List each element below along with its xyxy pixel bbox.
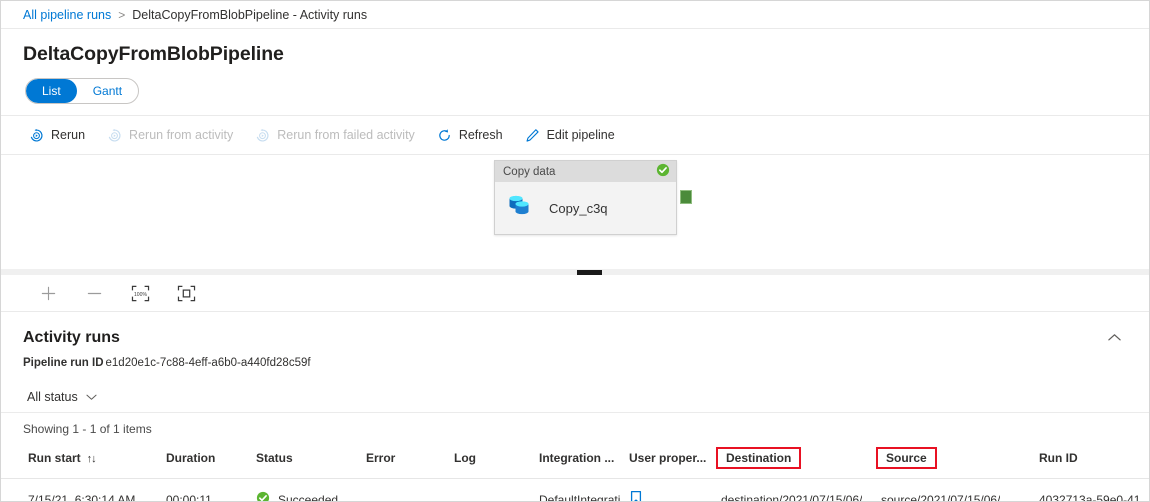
zoom-to-100-icon[interactable]: 100% xyxy=(129,282,151,304)
pipeline-canvas[interactable]: Copy data xyxy=(1,155,1149,275)
breadcrumb-current: DeltaCopyFromBlobPipeline - Activity run… xyxy=(132,8,367,22)
canvas-horizontal-scrollbar[interactable] xyxy=(1,269,1149,275)
pipeline-run-id-label: Pipeline run ID xyxy=(23,357,104,369)
refresh-icon xyxy=(437,128,452,143)
table-header-row: Run start ↑↓ Duration Status Error Log In… xyxy=(1,443,1150,479)
cell-status: Succeeded xyxy=(251,479,361,502)
status-filter-dropdown[interactable]: All status xyxy=(27,390,97,404)
rerun-from-activity-button[interactable]: Rerun from activity xyxy=(107,128,233,143)
column-label-run-id: Run ID xyxy=(1034,449,1083,467)
column-header-source[interactable]: Source xyxy=(876,443,1034,479)
view-toggle-list[interactable]: List xyxy=(26,79,77,103)
page-title: DeltaCopyFromBlobPipeline xyxy=(1,29,1149,66)
activity-node-header: Copy data xyxy=(495,161,676,182)
rerun-from-activity-label: Rerun from activity xyxy=(129,128,233,142)
rerun-button[interactable]: Rerun xyxy=(29,128,85,143)
breadcrumb-link-all-pipeline-runs[interactable]: All pipeline runs xyxy=(23,8,111,22)
cell-error xyxy=(361,479,449,502)
svg-text:100%: 100% xyxy=(133,291,146,297)
green-check-icon xyxy=(256,491,270,502)
green-check-icon xyxy=(656,163,670,180)
showing-count: Showing 1 - 1 of 1 items xyxy=(1,413,1149,436)
refresh-button[interactable]: Refresh xyxy=(437,128,503,143)
column-label-error: Error xyxy=(361,449,400,467)
status-value: Succeeded xyxy=(278,493,338,502)
pipeline-run-id-value: e1d20e1c-7c88-4eff-a6b0-a440fd28c59f xyxy=(106,357,311,369)
zoom-in-icon[interactable] xyxy=(37,282,59,304)
cell-duration: 00:00:11 xyxy=(161,479,251,502)
rerun-from-failed-activity-icon xyxy=(255,128,270,143)
activity-runs-page: All pipeline runs > DeltaCopyFromBlobPip… xyxy=(0,0,1150,502)
column-header-status[interactable]: Status xyxy=(251,443,361,479)
view-toggle-wrapper: List Gantt xyxy=(1,66,1149,104)
source-value: source/2021/07/15/06/ xyxy=(876,493,1000,502)
activity-runs-title: Activity runs xyxy=(23,329,120,347)
run-start-value: 7/15/21, 6:30:14 AM xyxy=(23,493,135,502)
activity-node-output-port[interactable] xyxy=(680,190,692,204)
column-label-log: Log xyxy=(449,449,481,467)
breadcrumb-separator: > xyxy=(118,8,125,22)
rerun-from-failed-activity-button[interactable]: Rerun from failed activity xyxy=(255,128,415,143)
activity-node-body: Copy_c3q xyxy=(495,182,676,234)
cell-run-start: 7/15/21, 6:30:14 AM xyxy=(1,479,161,502)
zoom-out-icon[interactable] xyxy=(83,282,105,304)
error-value xyxy=(361,493,366,502)
activity-runs-table: Run start ↑↓ Duration Status Error Log In… xyxy=(1,443,1150,502)
pipeline-run-id: Pipeline run IDe1d20e1c-7c88-4eff-a6b0-a… xyxy=(1,351,1149,369)
column-label-integration-runtime: Integration ... xyxy=(534,449,619,467)
column-header-log[interactable]: Log xyxy=(449,443,534,479)
log-value xyxy=(449,493,454,502)
bookmark-icon[interactable] xyxy=(629,490,643,502)
rerun-icon xyxy=(29,128,44,143)
column-label-user-properties: User proper... xyxy=(624,449,711,467)
fit-to-screen-icon[interactable] xyxy=(175,282,197,304)
cell-source: source/2021/07/15/06/ xyxy=(876,479,1034,502)
destination-value: destination/2021/07/15/06/ xyxy=(716,493,862,502)
table-row[interactable]: 7/15/21, 6:30:14 AM 00:00:11 Succeeded xyxy=(1,479,1150,502)
command-bar: Rerun Rerun from activity xyxy=(1,115,1149,155)
cell-run-id: 4032713a-59e0-41 xyxy=(1034,479,1150,502)
canvas-scrollbar-thumb[interactable] xyxy=(577,270,602,275)
canvas-zoom-toolbar: 100% xyxy=(1,275,1149,312)
activity-node-copy-data[interactable]: Copy data xyxy=(494,160,677,235)
integration-runtime-value: DefaultIntegrati xyxy=(534,493,620,502)
column-label-duration: Duration xyxy=(161,449,220,467)
copy-data-icon xyxy=(507,193,535,224)
rerun-label: Rerun xyxy=(51,128,85,142)
column-header-duration[interactable]: Duration xyxy=(161,443,251,479)
column-label-run-start: Run start xyxy=(28,451,81,465)
rerun-from-activity-icon xyxy=(107,128,122,143)
cell-log xyxy=(449,479,534,502)
edit-pipeline-button[interactable]: Edit pipeline xyxy=(525,128,615,143)
edit-pipeline-label: Edit pipeline xyxy=(547,128,615,142)
column-label-destination: Destination xyxy=(716,447,801,469)
chevron-down-icon xyxy=(86,390,97,404)
activity-node-type-label: Copy data xyxy=(503,166,555,178)
column-header-error[interactable]: Error xyxy=(361,443,449,479)
breadcrumb: All pipeline runs > DeltaCopyFromBlobPip… xyxy=(1,1,1149,29)
column-header-integration-runtime[interactable]: Integration ... xyxy=(534,443,624,479)
sort-icon[interactable]: ↑↓ xyxy=(87,453,96,465)
column-header-destination[interactable]: Destination xyxy=(716,443,876,479)
pencil-icon xyxy=(525,128,540,143)
cell-user-properties xyxy=(624,479,716,502)
activity-runs-header: Activity runs xyxy=(1,312,1149,351)
activity-node-name: Copy_c3q xyxy=(549,201,608,216)
status-filter-label: All status xyxy=(27,390,78,404)
column-header-run-id[interactable]: Run ID xyxy=(1034,443,1150,479)
column-header-run-start[interactable]: Run start ↑↓ xyxy=(1,443,161,479)
refresh-label: Refresh xyxy=(459,128,503,142)
run-id-value: 4032713a-59e0-41 xyxy=(1034,493,1140,502)
column-label-source: Source xyxy=(876,447,937,469)
cell-integration-runtime: DefaultIntegrati xyxy=(534,479,624,502)
column-header-user-properties[interactable]: User proper... xyxy=(624,443,716,479)
rerun-from-failed-activity-label: Rerun from failed activity xyxy=(277,128,415,142)
column-label-status: Status xyxy=(251,449,298,467)
view-toggle[interactable]: List Gantt xyxy=(25,78,139,104)
chevron-up-icon[interactable] xyxy=(1102,325,1127,351)
duration-value: 00:00:11 xyxy=(161,493,212,502)
filter-row: All status xyxy=(1,381,1149,413)
view-toggle-gantt[interactable]: Gantt xyxy=(77,79,138,103)
cell-destination: destination/2021/07/15/06/ xyxy=(716,479,876,502)
